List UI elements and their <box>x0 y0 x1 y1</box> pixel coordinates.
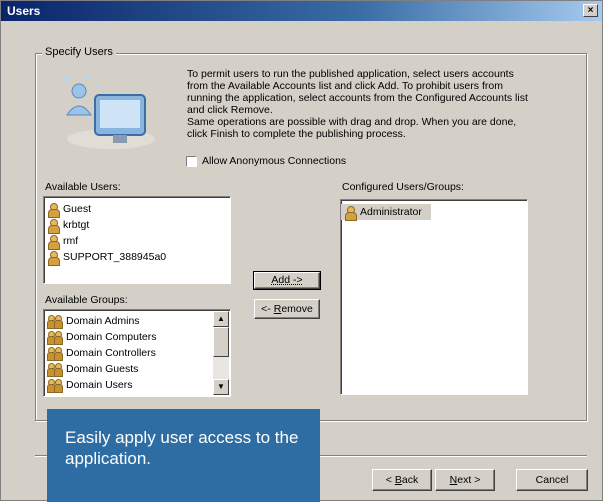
scroll-up-button[interactable]: ▲ <box>213 311 229 327</box>
scroll-down-button[interactable]: ▼ <box>213 379 229 395</box>
configured-users-list[interactable]: Administrator <box>340 199 528 395</box>
group-title: Specify Users <box>42 46 116 58</box>
group-icon <box>47 362 63 377</box>
list-item[interactable]: Domain Guests <box>44 361 230 377</box>
list-item[interactable]: krbtgt <box>44 217 230 234</box>
list-item[interactable]: SUPPORT_388945a0 <box>44 249 230 266</box>
available-users-label: Available Users: <box>45 181 121 193</box>
group-icon <box>47 378 63 393</box>
remove-button[interactable]: <- Remove <box>254 299 320 319</box>
groups-scrollbar[interactable]: ▲ ▼ <box>213 311 229 395</box>
title-bar: Users × <box>1 1 602 21</box>
available-users-list[interactable]: Guest krbtgt rmf SUPPORT_388945a0 <box>43 196 231 284</box>
promo-text: Easily apply user access to the applicat… <box>65 428 299 468</box>
users-computer-illustration <box>64 74 155 149</box>
close-icon: × <box>587 5 594 16</box>
cancel-button[interactable]: Cancel <box>516 469 588 491</box>
group-icon <box>47 314 63 329</box>
list-item[interactable]: rmf <box>44 233 230 250</box>
back-button[interactable]: < Back <box>372 469 432 491</box>
available-groups-label: Available Groups: <box>45 294 128 306</box>
user-icon <box>47 202 60 218</box>
next-button[interactable]: Next > <box>435 469 495 491</box>
user-icon <box>47 250 60 266</box>
allow-anonymous-label: Allow Anonymous Connections <box>202 155 347 167</box>
user-icon <box>47 218 60 234</box>
allow-anonymous-checkbox[interactable] <box>186 156 197 167</box>
user-icon <box>47 234 60 250</box>
promo-banner: Easily apply user access to the applicat… <box>47 409 320 502</box>
instructions-text: To permit users to run the published app… <box>187 68 528 140</box>
list-item[interactable]: Administrator <box>341 204 431 221</box>
close-button[interactable]: × <box>583 4 598 17</box>
list-item[interactable]: Guest <box>44 201 230 218</box>
list-item[interactable]: Domain Admins <box>44 313 230 329</box>
users-dialog: Users × Specify Users To permit users to… <box>0 0 603 502</box>
group-icon <box>47 330 63 345</box>
list-item[interactable]: Domain Users <box>44 377 230 393</box>
configured-users-label: Configured Users/Groups: <box>342 181 464 193</box>
list-item[interactable]: Domain Controllers <box>44 345 230 361</box>
group-icon <box>47 346 63 361</box>
user-icon <box>344 205 357 221</box>
available-groups-list[interactable]: Domain Admins Domain Computers Domain Co… <box>43 309 231 397</box>
scroll-thumb[interactable] <box>213 327 229 357</box>
add-button[interactable]: Add -> <box>253 271 321 290</box>
list-item[interactable]: Domain Computers <box>44 329 230 345</box>
window-title: Users <box>7 4 41 18</box>
